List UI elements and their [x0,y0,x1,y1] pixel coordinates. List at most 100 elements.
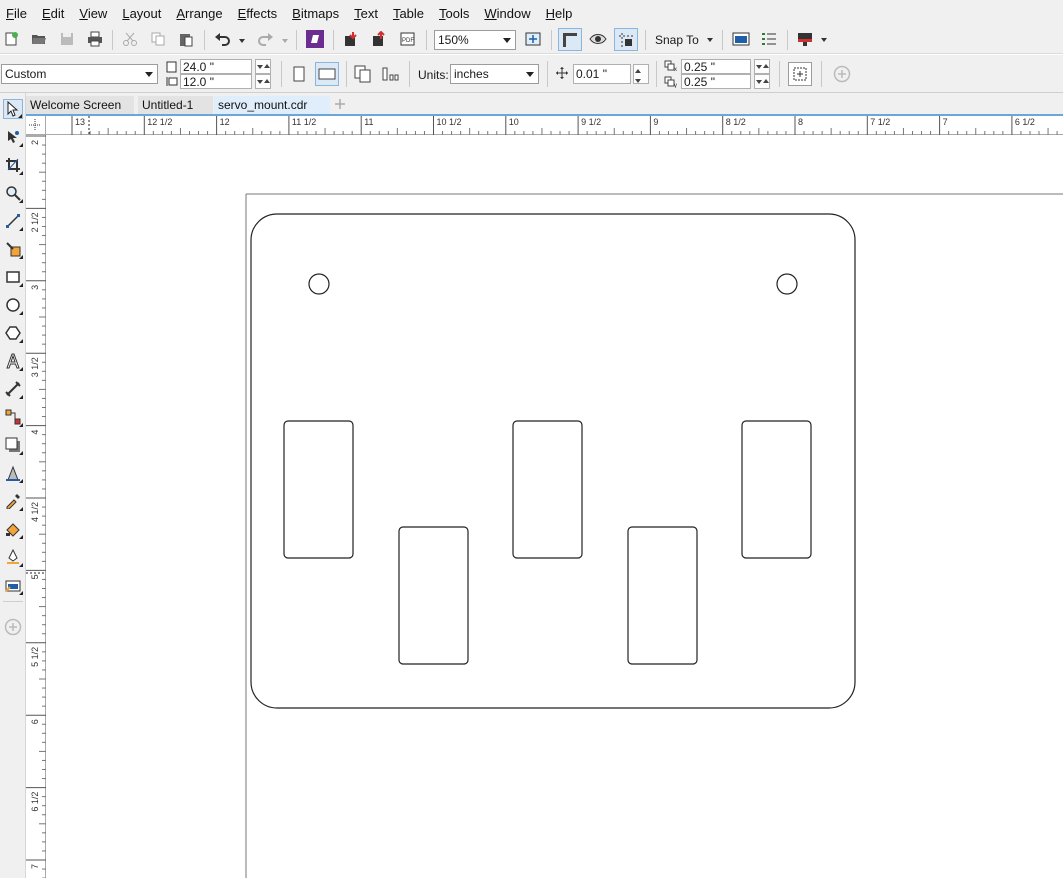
vertical-ruler[interactable]: 2 2 1/2 3 3 1/2 4 4 1/2 5 5 1/2 6 6 1/2 7 [26,135,46,878]
transparency-tool-icon[interactable] [3,463,23,483]
duplicate-x-icon: x [664,59,679,72]
redo-icon[interactable] [255,30,275,48]
coreldraw-window: File Edit View Layout Arrange Effects Bi… [0,0,1063,878]
freehand-tool-icon[interactable] [3,211,23,231]
property-bar: Custom 24.0 " 12.0 " Units: inches 0.01 … [0,55,1063,93]
dimension-tool-icon[interactable] [3,379,23,399]
drawing-canvas[interactable] [47,136,1063,878]
portrait-orientation-icon[interactable] [289,64,309,84]
add-tool-icon[interactable] [3,617,23,637]
page-width-field[interactable]: 24.0 " [180,59,252,74]
mount-hole-left[interactable] [308,273,330,295]
wireframe-icon[interactable] [588,30,608,48]
eyedropper-tool-icon[interactable] [3,491,23,511]
plate-outline[interactable] [250,213,856,709]
paste-icon[interactable] [177,30,195,48]
vertical-ruler-scale: 2 2 1/2 3 3 1/2 4 4 1/2 5 5 1/2 6 6 1/2 7 [26,135,46,878]
guidelines-icon[interactable] [614,28,638,51]
new-tab-icon[interactable] [332,96,348,112]
mount-hole-right[interactable] [776,273,798,295]
options-icon[interactable] [731,30,751,48]
ruler-label: 11 1/2 [292,117,316,127]
smart-drawing-tool-icon[interactable] [3,547,23,567]
svg-text:y: y [674,83,677,88]
menu-table[interactable]: Table [393,6,424,21]
open-icon[interactable] [30,30,48,48]
menu-view[interactable]: View [79,6,107,21]
page-height-spinner[interactable] [255,74,271,89]
page-height-icon [165,75,178,88]
interactive-fill-tool-icon[interactable] [3,519,23,539]
tab-welcome-screen[interactable]: Welcome Screen [26,96,134,114]
copy-icon[interactable] [149,30,167,48]
menu-window[interactable]: Window [484,6,530,21]
zoom-tool-icon[interactable] [3,183,23,203]
menu-arrange[interactable]: Arrange [176,6,222,21]
landscape-orientation-icon[interactable] [315,62,339,86]
page-size-preset[interactable]: Custom [1,64,158,84]
crop-tool-icon[interactable] [3,155,23,175]
ellipse-tool-icon[interactable] [3,295,23,315]
rectangle-tool-icon[interactable] [3,267,23,287]
rulers-icon[interactable] [558,28,582,51]
ruler-label: 11 [364,117,373,127]
units-value: inches [454,67,489,81]
connector-tool-icon[interactable] [3,407,23,427]
menu-edit[interactable]: Edit [42,6,64,21]
horizontal-ruler[interactable]: 13 12 1/2 12 11 1/2 11 10 1/2 10 9 1/2 9 8 1/2 8 7 … [46,116,1063,135]
current-page-icon[interactable] [381,64,401,84]
add-toolbar-icon[interactable] [832,65,852,83]
settings-icon[interactable] [759,30,779,48]
print-icon[interactable] [86,30,104,48]
menu-file[interactable]: File [6,6,27,21]
duplicate-y-field[interactable]: 0.25 " [681,74,751,89]
units-combo[interactable]: inches [450,64,539,84]
pick-tool-icon[interactable] [3,99,23,119]
outline-pen-tool-icon[interactable] [3,575,23,595]
duplicate-x-field[interactable]: 0.25 " [681,59,751,74]
menu-text[interactable]: Text [354,6,378,21]
page-width-spinner[interactable] [255,59,271,74]
page-height-field[interactable]: 12.0 " [180,74,252,89]
nudge-distance-field[interactable]: 0.01 " [573,64,631,84]
treat-as-filled-icon[interactable] [788,62,812,86]
ruler-label: 10 1/2 [437,117,462,127]
menu-effects[interactable]: Effects [238,6,278,21]
menu-layout[interactable]: Layout [122,6,161,21]
menu-tools[interactable]: Tools [439,6,469,21]
publish-pdf-icon[interactable]: PDF [398,30,418,48]
polygon-tool-icon[interactable] [3,323,23,343]
drop-shadow-tool-icon[interactable] [3,435,23,455]
corel-connect-icon[interactable] [305,29,325,49]
servo-cutout-5[interactable] [741,420,812,559]
ruler-label: 13 [75,117,85,127]
text-tool-icon[interactable] [3,351,23,371]
new-document-icon[interactable] [2,30,20,48]
tab-untitled-1[interactable]: Untitled-1 [138,96,213,114]
smart-fill-tool-icon[interactable] [3,239,23,259]
launch-icon[interactable] [795,30,815,48]
save-icon[interactable] [58,30,76,48]
cut-icon[interactable] [121,30,139,48]
nudge-spinner[interactable] [633,64,649,84]
units-label: Units: [418,68,449,82]
menu-help[interactable]: Help [546,6,573,21]
zoom-page-icon[interactable] [523,30,543,48]
undo-icon[interactable] [213,30,233,48]
import-icon[interactable] [342,30,362,48]
menu-bitmaps[interactable]: Bitmaps [292,6,339,21]
duplicate-x-spinner[interactable] [754,59,770,74]
servo-cutout-1[interactable] [283,420,354,559]
all-pages-icon[interactable] [353,64,373,84]
ruler-origin[interactable] [26,116,46,135]
tab-servo-mount[interactable]: servo_mount.cdr [214,96,330,114]
shape-tool-icon[interactable] [3,127,23,147]
zoom-level-combo[interactable]: 150% [434,30,516,50]
svg-text:x: x [674,67,677,72]
servo-cutout-4[interactable] [627,526,698,665]
servo-cutout-2[interactable] [398,526,469,665]
servo-cutout-3[interactable] [512,420,583,559]
export-icon[interactable] [370,30,390,48]
snap-to-button[interactable]: Snap To [655,33,699,47]
duplicate-y-spinner[interactable] [754,74,770,89]
